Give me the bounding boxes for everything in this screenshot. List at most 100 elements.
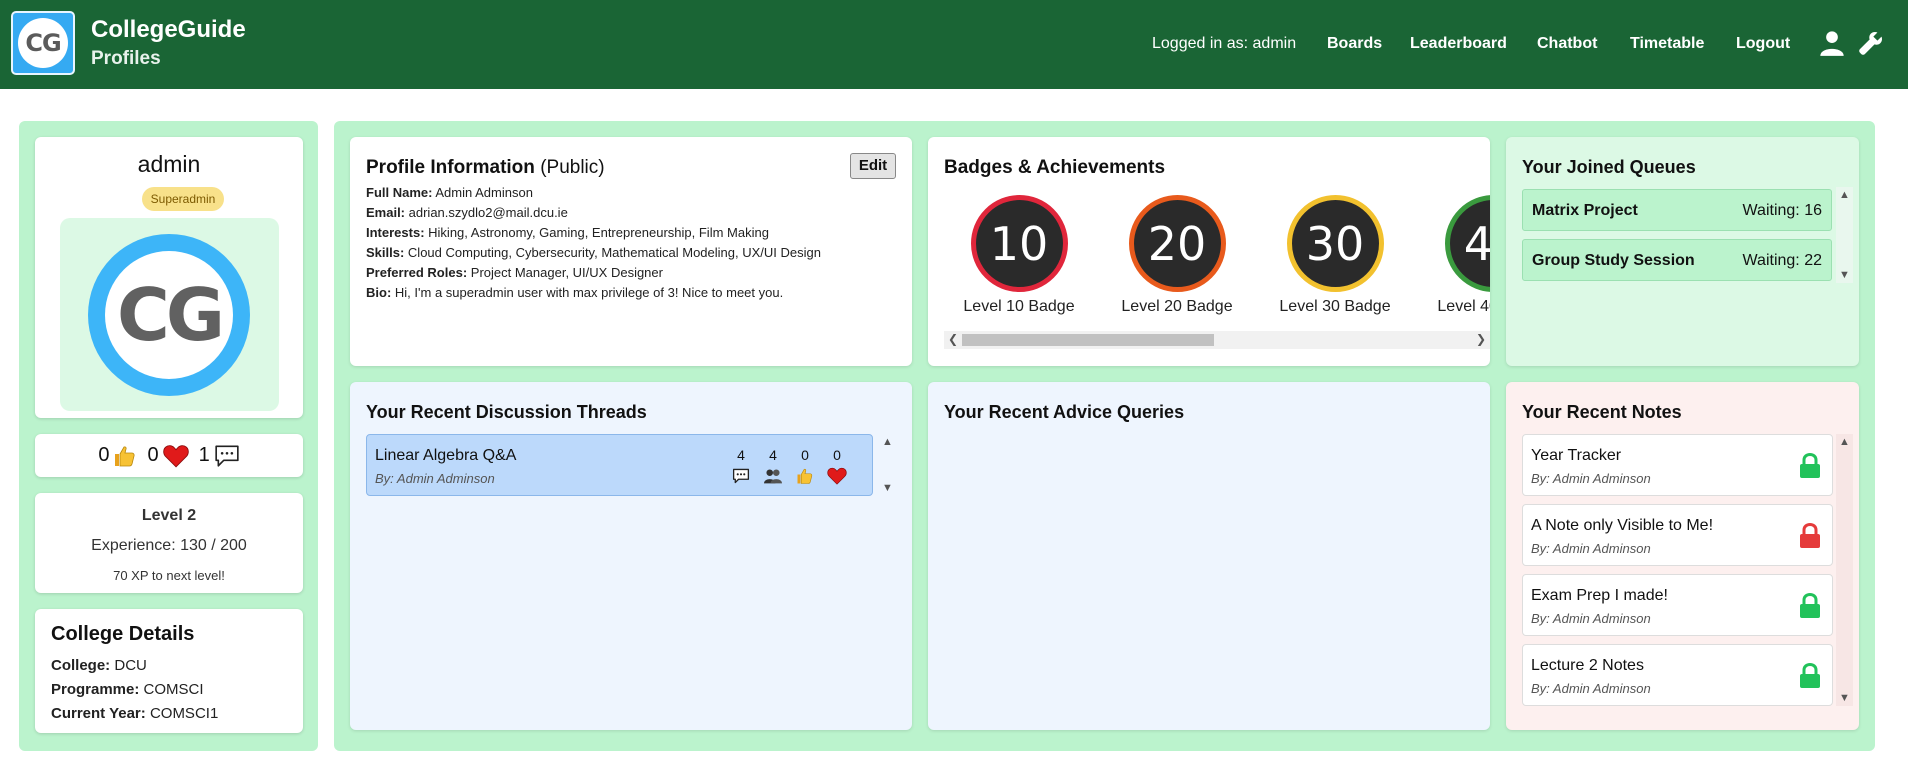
experience-text: Experience: 130 / 200 (91, 537, 247, 554)
queue-name: Group Study Session (1532, 252, 1695, 269)
note-author: By: Admin Adminson (1531, 541, 1651, 556)
likes-count: 0 (98, 444, 110, 466)
scroll-up-icon[interactable]: ▲ (1839, 436, 1850, 448)
note-title: Year Tracker (1531, 447, 1622, 464)
badges-horizontal-scrollbar[interactable]: ❮ ❯ (944, 331, 1490, 349)
scroll-left-icon[interactable]: ❮ (948, 332, 958, 346)
discussion-threads-title: Your Recent Discussion Threads (366, 402, 647, 422)
college-details-card: College Details College: DCU Programme: … (35, 609, 303, 733)
advice-queries-panel: Your Recent Advice Queries (928, 382, 1490, 730)
note-item[interactable]: A Note only Visible to Me! By: Admin Adm… (1522, 504, 1833, 566)
advice-queries-title: Your Recent Advice Queries (944, 402, 1185, 422)
badge-item: 10 Level 10 Badge (944, 195, 1094, 316)
nav-link-chatbot[interactable]: Chatbot (1537, 35, 1597, 53)
nav-link-leaderboard[interactable]: Leaderboard (1410, 35, 1507, 53)
heart-icon (162, 444, 189, 467)
college-row: College: DCU (51, 657, 147, 674)
wrench-icon[interactable] (1857, 29, 1885, 57)
nav-link-logout[interactable]: Logout (1736, 35, 1790, 53)
scroll-down-icon[interactable]: ▼ (1839, 269, 1850, 281)
preferred-roles-row: Preferred Roles: Project Manager, UI/UX … (366, 265, 663, 280)
profile-info-title: Profile Information (Public) (366, 157, 605, 178)
badge-item: 30 Level 30 Badge (1260, 195, 1410, 316)
thread-like-count: 0 (801, 447, 809, 463)
user-icon[interactable] (1818, 29, 1846, 57)
thumbs-up-icon (115, 445, 135, 466)
discussion-threads-panel: Your Recent Discussion Threads Linear Al… (350, 382, 912, 730)
badge-item: 20 Level 20 Badge (1102, 195, 1252, 316)
app-logo[interactable]: CG (11, 11, 75, 75)
recent-notes-panel: Your Recent Notes Year Tracker By: Admin… (1506, 382, 1859, 730)
queue-waiting: Waiting: 22 (1742, 252, 1822, 269)
comment-icon (215, 444, 239, 467)
profile-main: Profile Information (Public) Edit Full N… (334, 121, 1875, 751)
note-title: A Note only Visible to Me! (1531, 517, 1714, 534)
college-details-title: College Details (51, 623, 195, 645)
reaction-stats: 0 0 1 (35, 434, 303, 477)
avatar-text: CG (105, 251, 233, 379)
skills-row: Skills: Cloud Computing, Cybersecurity, … (366, 245, 821, 260)
thread-author: By: Admin Adminson (375, 471, 495, 486)
badges-title: Badges & Achievements (944, 157, 1166, 178)
thread-comment-count: 4 (737, 447, 745, 463)
scroll-down-icon[interactable]: ▼ (1839, 692, 1850, 704)
logo-text: CG (18, 18, 68, 68)
badge-circle: 20 (1128, 195, 1226, 292)
comment-icon (732, 468, 750, 484)
comments-count: 1 (198, 444, 210, 466)
badges-carousel[interactable]: 10 Level 10 Badge 20 Level 20 Badge 30 L… (944, 195, 1490, 345)
thumbs-up-icon (797, 468, 813, 484)
note-item[interactable]: Lecture 2 Notes By: Admin Adminson (1522, 644, 1833, 706)
profile-sidebar: admin Superadmin CG 0 0 1 Level 2 Experi… (19, 121, 318, 751)
queues-scrollbar[interactable]: ▲ ▼ (1836, 187, 1853, 283)
queue-waiting: Waiting: 16 (1742, 202, 1822, 219)
next-level-text: 70 XP to next level! (113, 568, 225, 583)
app-name: CollegeGuide (91, 16, 246, 43)
thread-heart-count: 0 (833, 447, 841, 463)
thread-item[interactable]: Linear Algebra Q&A By: Admin Adminson 4 … (366, 434, 873, 496)
scroll-up-icon[interactable]: ▲ (882, 436, 893, 448)
members-icon (764, 469, 782, 484)
note-item[interactable]: Exam Prep I made! By: Admin Adminson (1522, 574, 1833, 636)
avatar: CG (88, 234, 250, 396)
badge-label: Level 20 Badge (1121, 298, 1233, 315)
thread-title: Linear Algebra Q&A (375, 447, 517, 464)
note-author: By: Admin Adminson (1531, 681, 1651, 696)
scrollbar-thumb[interactable] (962, 334, 1214, 346)
nav-link-timetable[interactable]: Timetable (1630, 35, 1704, 53)
logged-in-text: Logged in as: admin (1152, 35, 1297, 52)
thread-member-count: 4 (769, 447, 777, 463)
bio-row: Bio: Hi, I'm a superadmin user with max … (366, 285, 784, 300)
notes-scrollbar[interactable]: ▲ ▼ (1836, 434, 1853, 706)
badges-panel: Badges & Achievements 10 Level 10 Badge … (928, 137, 1490, 366)
note-author: By: Admin Adminson (1531, 471, 1651, 486)
scroll-down-icon[interactable]: ▼ (882, 482, 893, 494)
programme-row: Programme: COMSCI (51, 681, 204, 698)
scroll-right-icon[interactable]: ❯ (1476, 332, 1486, 346)
interests-row: Interests: Hiking, Astronomy, Gaming, En… (366, 225, 769, 240)
scroll-up-icon[interactable]: ▲ (1839, 189, 1850, 201)
badge-label: Level 40 Badge (1437, 298, 1490, 315)
badge-label: Level 30 Badge (1279, 298, 1391, 315)
queue-item[interactable]: Matrix Project Waiting: 16 (1522, 189, 1832, 231)
note-title: Exam Prep I made! (1531, 587, 1668, 604)
queue-item[interactable]: Group Study Session Waiting: 22 (1522, 239, 1832, 281)
edit-profile-button[interactable]: Edit (850, 153, 896, 179)
level-label: Level 2 (141, 507, 197, 524)
joined-queues-panel: Your Joined Queues Matrix Project Waitin… (1506, 137, 1859, 366)
badge-item: 40 Level 40 Badge (1418, 195, 1490, 316)
lock-icon (1800, 663, 1820, 688)
profile-card: admin Superadmin CG (35, 137, 303, 418)
email-row: Email: adrian.szydlo2@mail.dcu.ie (366, 205, 568, 220)
threads-scrollbar[interactable]: ▲ ▼ (879, 434, 896, 496)
brand: CollegeGuide Profiles (91, 16, 246, 70)
note-title: Lecture 2 Notes (1531, 657, 1644, 674)
role-badge: Superadmin (142, 187, 224, 211)
current-year-row: Current Year: COMSCI1 (51, 705, 219, 722)
heart-icon (827, 467, 847, 485)
badge-circle: 30 (1286, 195, 1384, 292)
lock-icon (1800, 593, 1820, 618)
nav-link-boards[interactable]: Boards (1327, 35, 1382, 53)
note-item[interactable]: Year Tracker By: Admin Adminson (1522, 434, 1833, 496)
hearts-count: 0 (147, 444, 159, 466)
